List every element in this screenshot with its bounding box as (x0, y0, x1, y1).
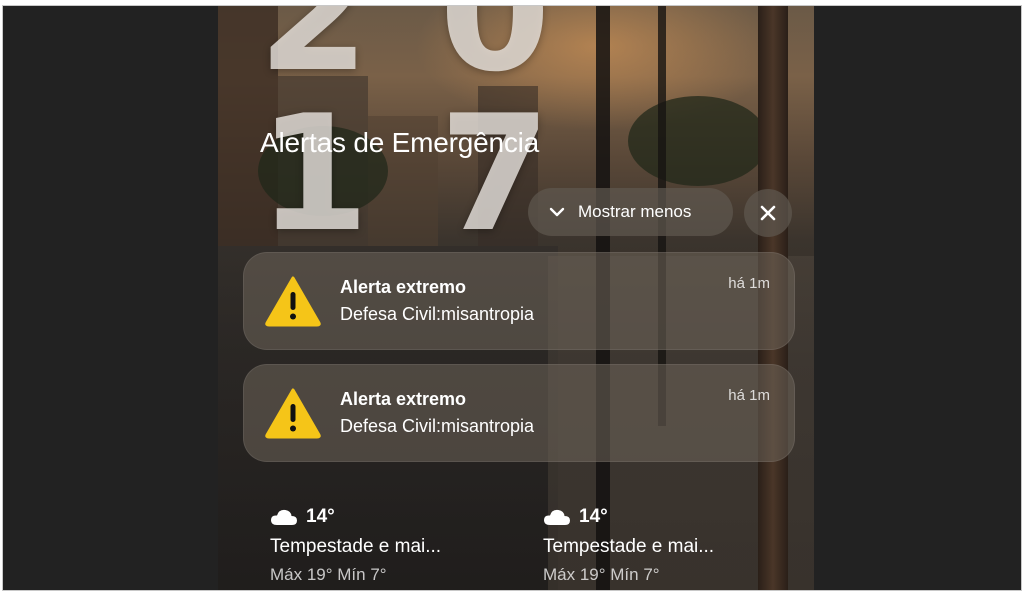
show-less-label: Mostrar menos (578, 202, 692, 221)
notification-title: Alerta extremo (340, 389, 467, 409)
weather-temperature: 14° (306, 506, 335, 527)
weather-condition: Tempestade e mai... (270, 536, 442, 557)
weather-temperature: 14° (579, 506, 608, 527)
notification-card[interactable]: Alerta extremo Defesa Civil:misantropia … (243, 252, 795, 350)
cloud-icon (271, 509, 297, 525)
right-letterbox (814, 6, 1021, 590)
weather-temp-row: 14° (543, 506, 714, 528)
clear-notifications-button[interactable] (744, 189, 792, 237)
notification-body: Defesa Civil:misantropia (340, 304, 535, 324)
close-icon (760, 205, 776, 221)
wallpaper-tree (628, 96, 768, 186)
warning-icon (265, 276, 321, 327)
lockscreen-clock: 20 17 (258, 6, 621, 267)
left-letterbox (3, 6, 218, 590)
weather-widget[interactable]: 14° Tempestade e mai... Máx 19° Mín 7° (543, 506, 714, 585)
screenshot-frame: 20 17 Alertas de Emergência Mostrar meno… (0, 0, 1024, 595)
image-border: 20 17 Alertas de Emergência Mostrar meno… (2, 5, 1022, 591)
notification-time: há 1m (728, 275, 770, 292)
weather-temp-row: 14° (270, 506, 441, 528)
warning-icon (265, 388, 321, 439)
notification-title: Alerta extremo (340, 277, 467, 297)
chevron-down-icon (549, 207, 565, 217)
show-less-button[interactable]: Mostrar menos (528, 188, 733, 236)
weather-condition: Tempestade e mai... (543, 536, 715, 557)
notification-time: há 1m (728, 387, 770, 404)
weather-range: Máx 19° Mín 7° (543, 565, 660, 584)
notification-body: Defesa Civil:misantropia (340, 416, 535, 436)
cloud-icon (544, 509, 570, 525)
weather-range: Máx 19° Mín 7° (270, 565, 387, 584)
notification-card[interactable]: Alerta extremo Defesa Civil:misantropia … (243, 364, 795, 462)
weather-widget[interactable]: 14° Tempestade e mai... Máx 19° Mín 7° (270, 506, 441, 585)
lock-screen: 20 17 Alertas de Emergência Mostrar meno… (218, 6, 814, 590)
section-title: Alertas de Emergência (260, 127, 540, 158)
